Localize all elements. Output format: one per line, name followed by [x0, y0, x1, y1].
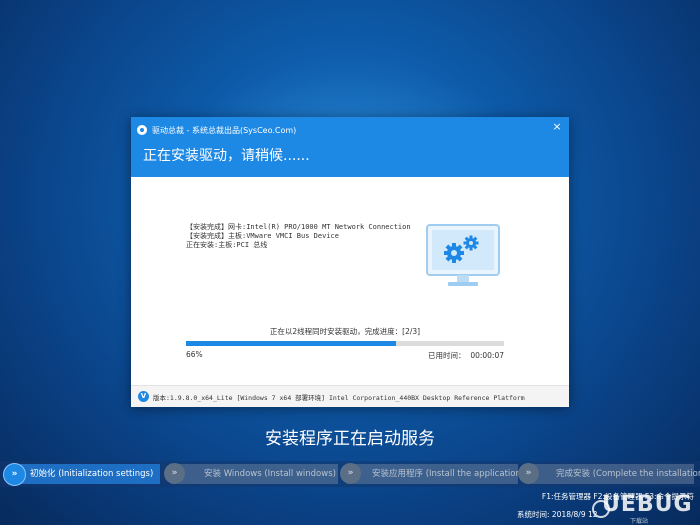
step-label: 安装应用程序 (Install the application): [372, 469, 525, 479]
elapsed-label: 已用时间：: [428, 351, 466, 360]
watermark-subtext: 下载站: [630, 518, 649, 525]
system-time: 系统时间: 2018/8/9 12: [517, 510, 598, 519]
status-line: 【安装完成】网卡:Intel(R) PRO/1000 MT Network Co…: [186, 223, 411, 231]
progress-text: 正在以2线程同时安装驱动，完成进度：[2/3]: [269, 327, 421, 336]
close-button[interactable]: ×: [551, 121, 563, 133]
title-row: 驱动总裁 - 系统总裁出品(SysCeo.Com): [137, 122, 296, 138]
monitor-gears-icon: [426, 224, 500, 286]
step-label: 初始化 (Initialization settings): [30, 469, 154, 479]
progress-bar: [186, 341, 504, 346]
dialog-header: 驱动总裁 - 系统总裁出品(SysCeo.Com) × 正在安装驱动，请稍候..…: [131, 117, 569, 177]
progress-percent: 66%: [186, 350, 203, 359]
watermark-text: UEBUG: [602, 492, 693, 517]
driver-install-dialog: 驱动总裁 - 系统总裁出品(SysCeo.Com) × 正在安装驱动，请稍候..…: [131, 117, 569, 407]
status-line: 【安装完成】主板:VMware VMCI Bus Device: [186, 232, 339, 240]
app-logo-icon: [137, 125, 147, 135]
step-chevron-icon: »: [164, 463, 185, 484]
watermark-logo: UEBUG 下载站: [592, 492, 698, 525]
status-line: 正在安装:主板:PCI 总线: [186, 241, 268, 249]
elapsed-time: 已用时间： 00:00:07: [428, 350, 504, 361]
dialog-heading: 正在安装驱动，请稍候......: [143, 148, 310, 164]
version-icon: V: [138, 391, 149, 402]
step-chevron-icon: »: [340, 463, 361, 484]
progress-fill: [186, 341, 396, 346]
dialog-title: 驱动总裁 - 系统总裁出品(SysCeo.Com): [152, 125, 297, 135]
install-step-bar: » 初始化 (Initialization settings) » 安装 Win…: [0, 461, 700, 487]
step-label: 安装 Windows (Install windows): [204, 469, 336, 479]
step-chevron-icon: »: [518, 463, 539, 484]
main-status-text: 安装程序正在启动服务: [265, 429, 435, 449]
elapsed-value: 00:00:07: [470, 351, 504, 360]
step-label: 完成安装 (Complete the installation): [556, 469, 700, 479]
dialog-footer: V 版本:1.9.8.0_x64_Lite [Windows 7 x64 部署环…: [131, 385, 569, 407]
step-chevron-icon: »: [3, 463, 26, 486]
version-text: 版本:1.9.8.0_x64_Lite [Windows 7 x64 部署环境]…: [153, 394, 525, 402]
install-status-list: 【安装完成】网卡:Intel(R) PRO/1000 MT Network Co…: [186, 223, 411, 250]
